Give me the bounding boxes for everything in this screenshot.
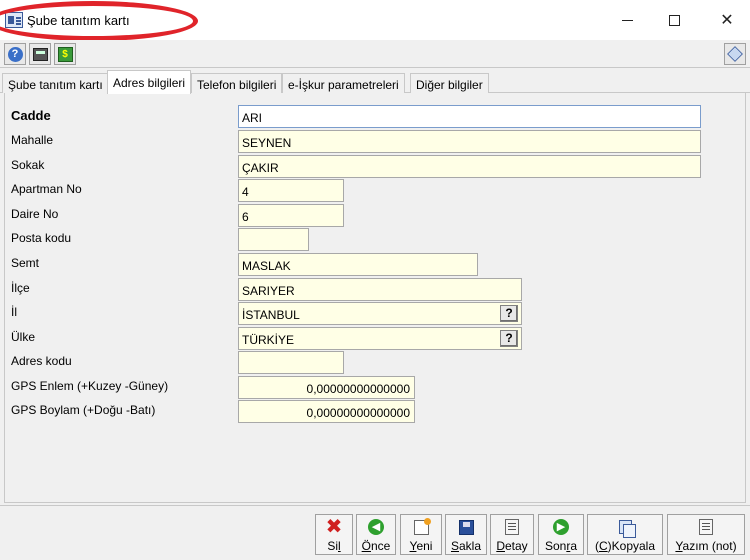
sonra-button[interactable]: ▶ Sonra <box>538 514 584 555</box>
sakla-button[interactable]: Sakla <box>445 514 487 555</box>
gps-boylam-input[interactable]: 0,00000000000000 <box>238 400 415 423</box>
daire-no-label: Daire No <box>11 207 59 221</box>
cube-icon <box>727 46 743 62</box>
ulke-lookup-button[interactable]: ? <box>500 330 518 347</box>
daire-no-input[interactable]: 6 <box>238 204 344 227</box>
new-document-icon <box>411 517 431 537</box>
close-icon: ✕ <box>720 12 734 29</box>
close-button[interactable]: ✕ <box>704 0 750 40</box>
detay-label: Detay <box>496 539 528 553</box>
help-icon: ? <box>7 46 23 62</box>
il-input[interactable]: İSTANBUL <box>238 302 522 325</box>
sokak-label: Sokak <box>11 158 45 172</box>
once-label: Önce <box>361 539 391 553</box>
gps-enlem-label: GPS Enlem (+Kuzey -Güney) <box>11 379 169 393</box>
once-button[interactable]: ◀ Önce <box>356 514 396 555</box>
sil-label: Sil <box>327 539 341 553</box>
tab-adres-bilgileri[interactable]: Adres bilgileri <box>107 70 192 94</box>
app-icon <box>5 12 23 28</box>
detail-icon <box>502 517 522 537</box>
adres-kodu-input[interactable] <box>238 351 344 374</box>
note-icon <box>696 517 716 537</box>
calculator-button[interactable] <box>29 43 51 65</box>
yazim-not-button[interactable]: Yazım (not) <box>667 514 745 555</box>
mahalle-input[interactable]: SEYNEN <box>238 130 701 153</box>
ulke-label: Ülke <box>11 330 36 344</box>
minimize-icon <box>621 19 633 21</box>
action-bar: ✖ Sil ◀ Önce Yeni Sakla Detay ▶ Sonra (C… <box>0 505 750 560</box>
cadde-input[interactable]: ARI <box>238 105 701 128</box>
tab-telefon-bilgileri[interactable]: Telefon bilgileri <box>191 73 283 93</box>
help-button[interactable]: ? <box>4 43 26 65</box>
mahalle-label: Mahalle <box>11 133 54 147</box>
next-icon: ▶ <box>551 517 571 537</box>
copy-icon <box>615 517 636 538</box>
kopyala-button[interactable]: (C)Kopyala <box>587 514 663 555</box>
tab-e-iskur-parametreleri[interactable]: e-İşkur parametreleri <box>282 73 405 93</box>
currency-button[interactable]: $ <box>54 43 76 65</box>
gps-boylam-label: GPS Boylam (+Doğu -Batı) <box>11 403 156 417</box>
posta-kodu-label: Posta kodu <box>11 231 72 245</box>
currency-icon: $ <box>57 46 73 62</box>
semt-input[interactable]: MASLAK <box>238 253 478 276</box>
yeni-button[interactable]: Yeni <box>400 514 442 555</box>
calculator-icon <box>32 47 48 61</box>
sil-button[interactable]: ✖ Sil <box>315 514 353 555</box>
maximize-icon <box>668 14 680 26</box>
minimize-button[interactable] <box>604 0 650 40</box>
tab-sube-tanitim-karti[interactable]: Şube tanıtım kartı <box>2 73 109 93</box>
kopyala-label: (C)Kopyala <box>594 539 656 553</box>
cube-button[interactable] <box>724 43 746 65</box>
toolbar: ? $ <box>0 40 750 68</box>
yazim-not-label: Yazım (not) <box>675 539 737 553</box>
ulke-input[interactable]: TÜRKİYE <box>238 327 522 350</box>
save-icon <box>456 517 476 537</box>
apartman-no-label: Apartman No <box>11 182 82 196</box>
posta-kodu-input[interactable] <box>238 228 309 251</box>
ilce-label: İlçe <box>11 281 30 295</box>
detay-button[interactable]: Detay <box>490 514 534 555</box>
delete-icon: ✖ <box>325 516 343 538</box>
window-title: Şube tanıtım kartı <box>27 13 130 28</box>
il-lookup-button[interactable]: ? <box>500 305 518 322</box>
apartman-no-input[interactable]: 4 <box>238 179 344 202</box>
yeni-label: Yeni <box>409 539 433 553</box>
sonra-label: Sonra <box>544 539 578 553</box>
previous-icon: ◀ <box>366 517 386 537</box>
gps-enlem-input[interactable]: 0,00000000000000 <box>238 376 415 399</box>
adres-kodu-label: Adres kodu <box>11 354 72 368</box>
maximize-button[interactable] <box>651 0 697 40</box>
ilce-input[interactable]: SARIYER <box>238 278 522 301</box>
sokak-input[interactable]: ÇAKIR <box>238 155 701 178</box>
tab-diger-bilgiler[interactable]: Diğer bilgiler <box>410 73 489 93</box>
tab-strip: Şube tanıtım kartı Adres bilgileri Telef… <box>0 70 750 94</box>
title-bar: Şube tanıtım kartı ✕ <box>0 0 750 41</box>
semt-label: Semt <box>11 256 40 270</box>
sakla-label: Sakla <box>450 539 482 553</box>
cadde-label: Cadde <box>11 108 51 123</box>
il-label: İl <box>11 305 17 319</box>
